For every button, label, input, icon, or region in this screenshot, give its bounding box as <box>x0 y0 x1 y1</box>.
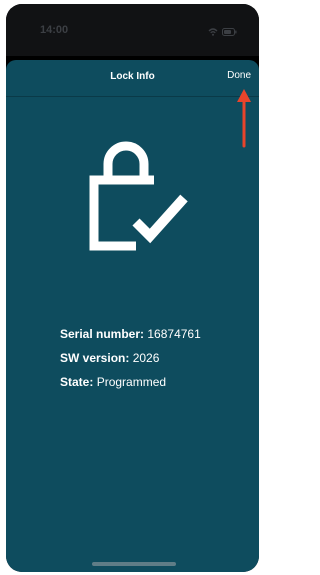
status-time: 14:00 <box>40 24 69 36</box>
state-value: Programmed <box>96 375 167 389</box>
done-button[interactable]: Done <box>227 70 251 81</box>
status-icons <box>208 23 237 41</box>
home-indicator[interactable] <box>92 562 176 566</box>
wifi-icon <box>208 23 218 41</box>
lock-info-sheet: Lock Info Done Serial number: 16874761 S… <box>6 60 259 572</box>
lock-details: Serial number: 16874761 SW version: 2026… <box>60 322 201 394</box>
arrow-annotation-icon <box>237 89 251 148</box>
state-label: State: <box>60 375 94 389</box>
sw-version-value: 2026 <box>132 351 160 365</box>
battery-icon <box>222 23 237 41</box>
sw-version-row: SW version: 2026 <box>60 346 201 370</box>
serial-number-label: Serial number: <box>60 327 145 341</box>
serial-number-row: Serial number: 16874761 <box>60 322 201 346</box>
state-row: State: Programmed <box>60 370 201 394</box>
nav-bar: Lock Info Done <box>6 60 259 97</box>
serial-number-value: 16874761 <box>147 327 201 341</box>
lock-check-icon <box>89 141 188 251</box>
status-bar: 14:00 <box>6 4 259 56</box>
page-title: Lock Info <box>110 71 155 82</box>
sw-version-label: SW version: <box>60 351 130 365</box>
phone-frame: 14:00 Lock Info Done Serial number: 1687… <box>6 4 259 572</box>
